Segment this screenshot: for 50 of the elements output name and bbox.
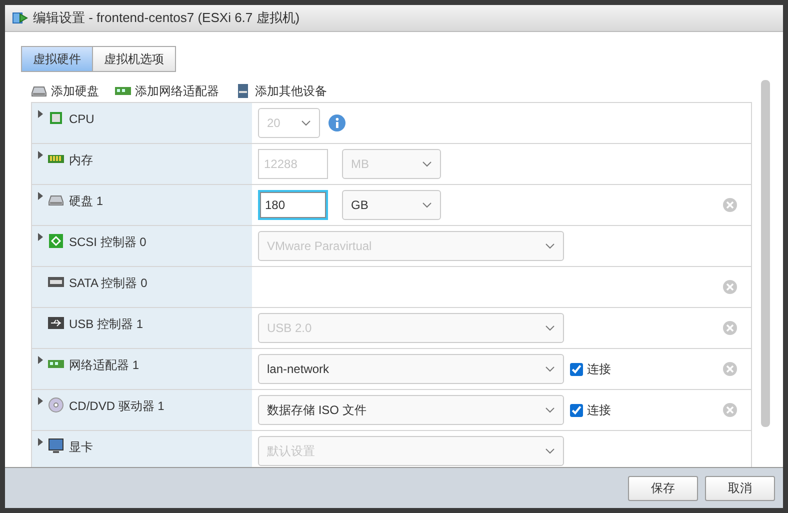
checkbox-label: 连接 bbox=[587, 361, 611, 378]
chevron-down-icon bbox=[301, 120, 311, 126]
checkbox-label: 连接 bbox=[587, 402, 611, 419]
expand-arrow-icon[interactable] bbox=[38, 233, 43, 241]
dialog-button[interactable]: 保存 bbox=[628, 476, 698, 500]
dropdown[interactable]: lan-network bbox=[258, 354, 564, 384]
chevron-down-icon bbox=[545, 407, 555, 413]
chevron-down-icon bbox=[422, 161, 432, 167]
chevron-down-icon bbox=[545, 366, 555, 372]
info-icon[interactable] bbox=[328, 114, 346, 132]
device-label: 显卡 bbox=[69, 439, 93, 456]
expand-arrow-icon[interactable] bbox=[38, 110, 43, 118]
checkbox[interactable] bbox=[570, 362, 583, 376]
device-label: SCSI 控制器 0 bbox=[69, 234, 146, 251]
expand-arrow-icon[interactable] bbox=[38, 151, 43, 159]
scrollbar[interactable] bbox=[761, 80, 770, 427]
cpu-chip-icon bbox=[48, 110, 64, 126]
monitor-icon bbox=[48, 438, 64, 454]
device-label: USB 控制器 1 bbox=[69, 316, 144, 333]
controller-icon bbox=[48, 233, 64, 249]
expand-arrow-icon[interactable] bbox=[38, 192, 43, 200]
usb-icon bbox=[48, 315, 64, 331]
window-title: 编辑设置 - frontend-centos7 (ESXi 6.7 虚拟机) bbox=[33, 9, 300, 28]
device-label: 网络适配器 1 bbox=[69, 357, 140, 374]
vm-settings-icon bbox=[12, 10, 28, 26]
tab[interactable]: 虚拟机选项 bbox=[93, 46, 176, 72]
checkbox[interactable] bbox=[570, 404, 583, 416]
disc-icon bbox=[48, 397, 64, 413]
expand-arrow-icon[interactable] bbox=[38, 438, 43, 446]
expand-arrow-icon[interactable] bbox=[38, 356, 43, 364]
dialog-button[interactable]: 取消 bbox=[705, 476, 775, 500]
device-label: CPU bbox=[69, 111, 94, 128]
tab[interactable]: 虚拟硬件 bbox=[21, 46, 93, 72]
device-label: 内存 bbox=[69, 152, 93, 169]
chevron-down-icon bbox=[545, 243, 555, 249]
dropdown[interactable]: GB bbox=[342, 190, 441, 220]
device-label: CD/DVD 驱动器 1 bbox=[69, 398, 164, 415]
toolbar-button[interactable]: 添加硬盘 bbox=[31, 82, 99, 100]
toolbar-button[interactable]: 添加其他设备 bbox=[235, 82, 327, 100]
input-field[interactable]: 180 bbox=[258, 190, 328, 220]
chevron-down-icon bbox=[545, 325, 555, 331]
expand-arrow-icon[interactable] bbox=[38, 397, 43, 405]
dropdown[interactable]: 数据存储 ISO 文件 bbox=[258, 395, 564, 425]
chevron-down-icon bbox=[545, 448, 555, 454]
sata-icon bbox=[48, 274, 64, 290]
device-icon bbox=[235, 83, 251, 99]
device-label: SATA 控制器 0 bbox=[69, 275, 148, 292]
chevron-down-icon bbox=[422, 202, 432, 208]
device-label: 硬盘 1 bbox=[69, 193, 104, 210]
toolbar-button[interactable]: 添加网络适配器 bbox=[115, 82, 219, 100]
